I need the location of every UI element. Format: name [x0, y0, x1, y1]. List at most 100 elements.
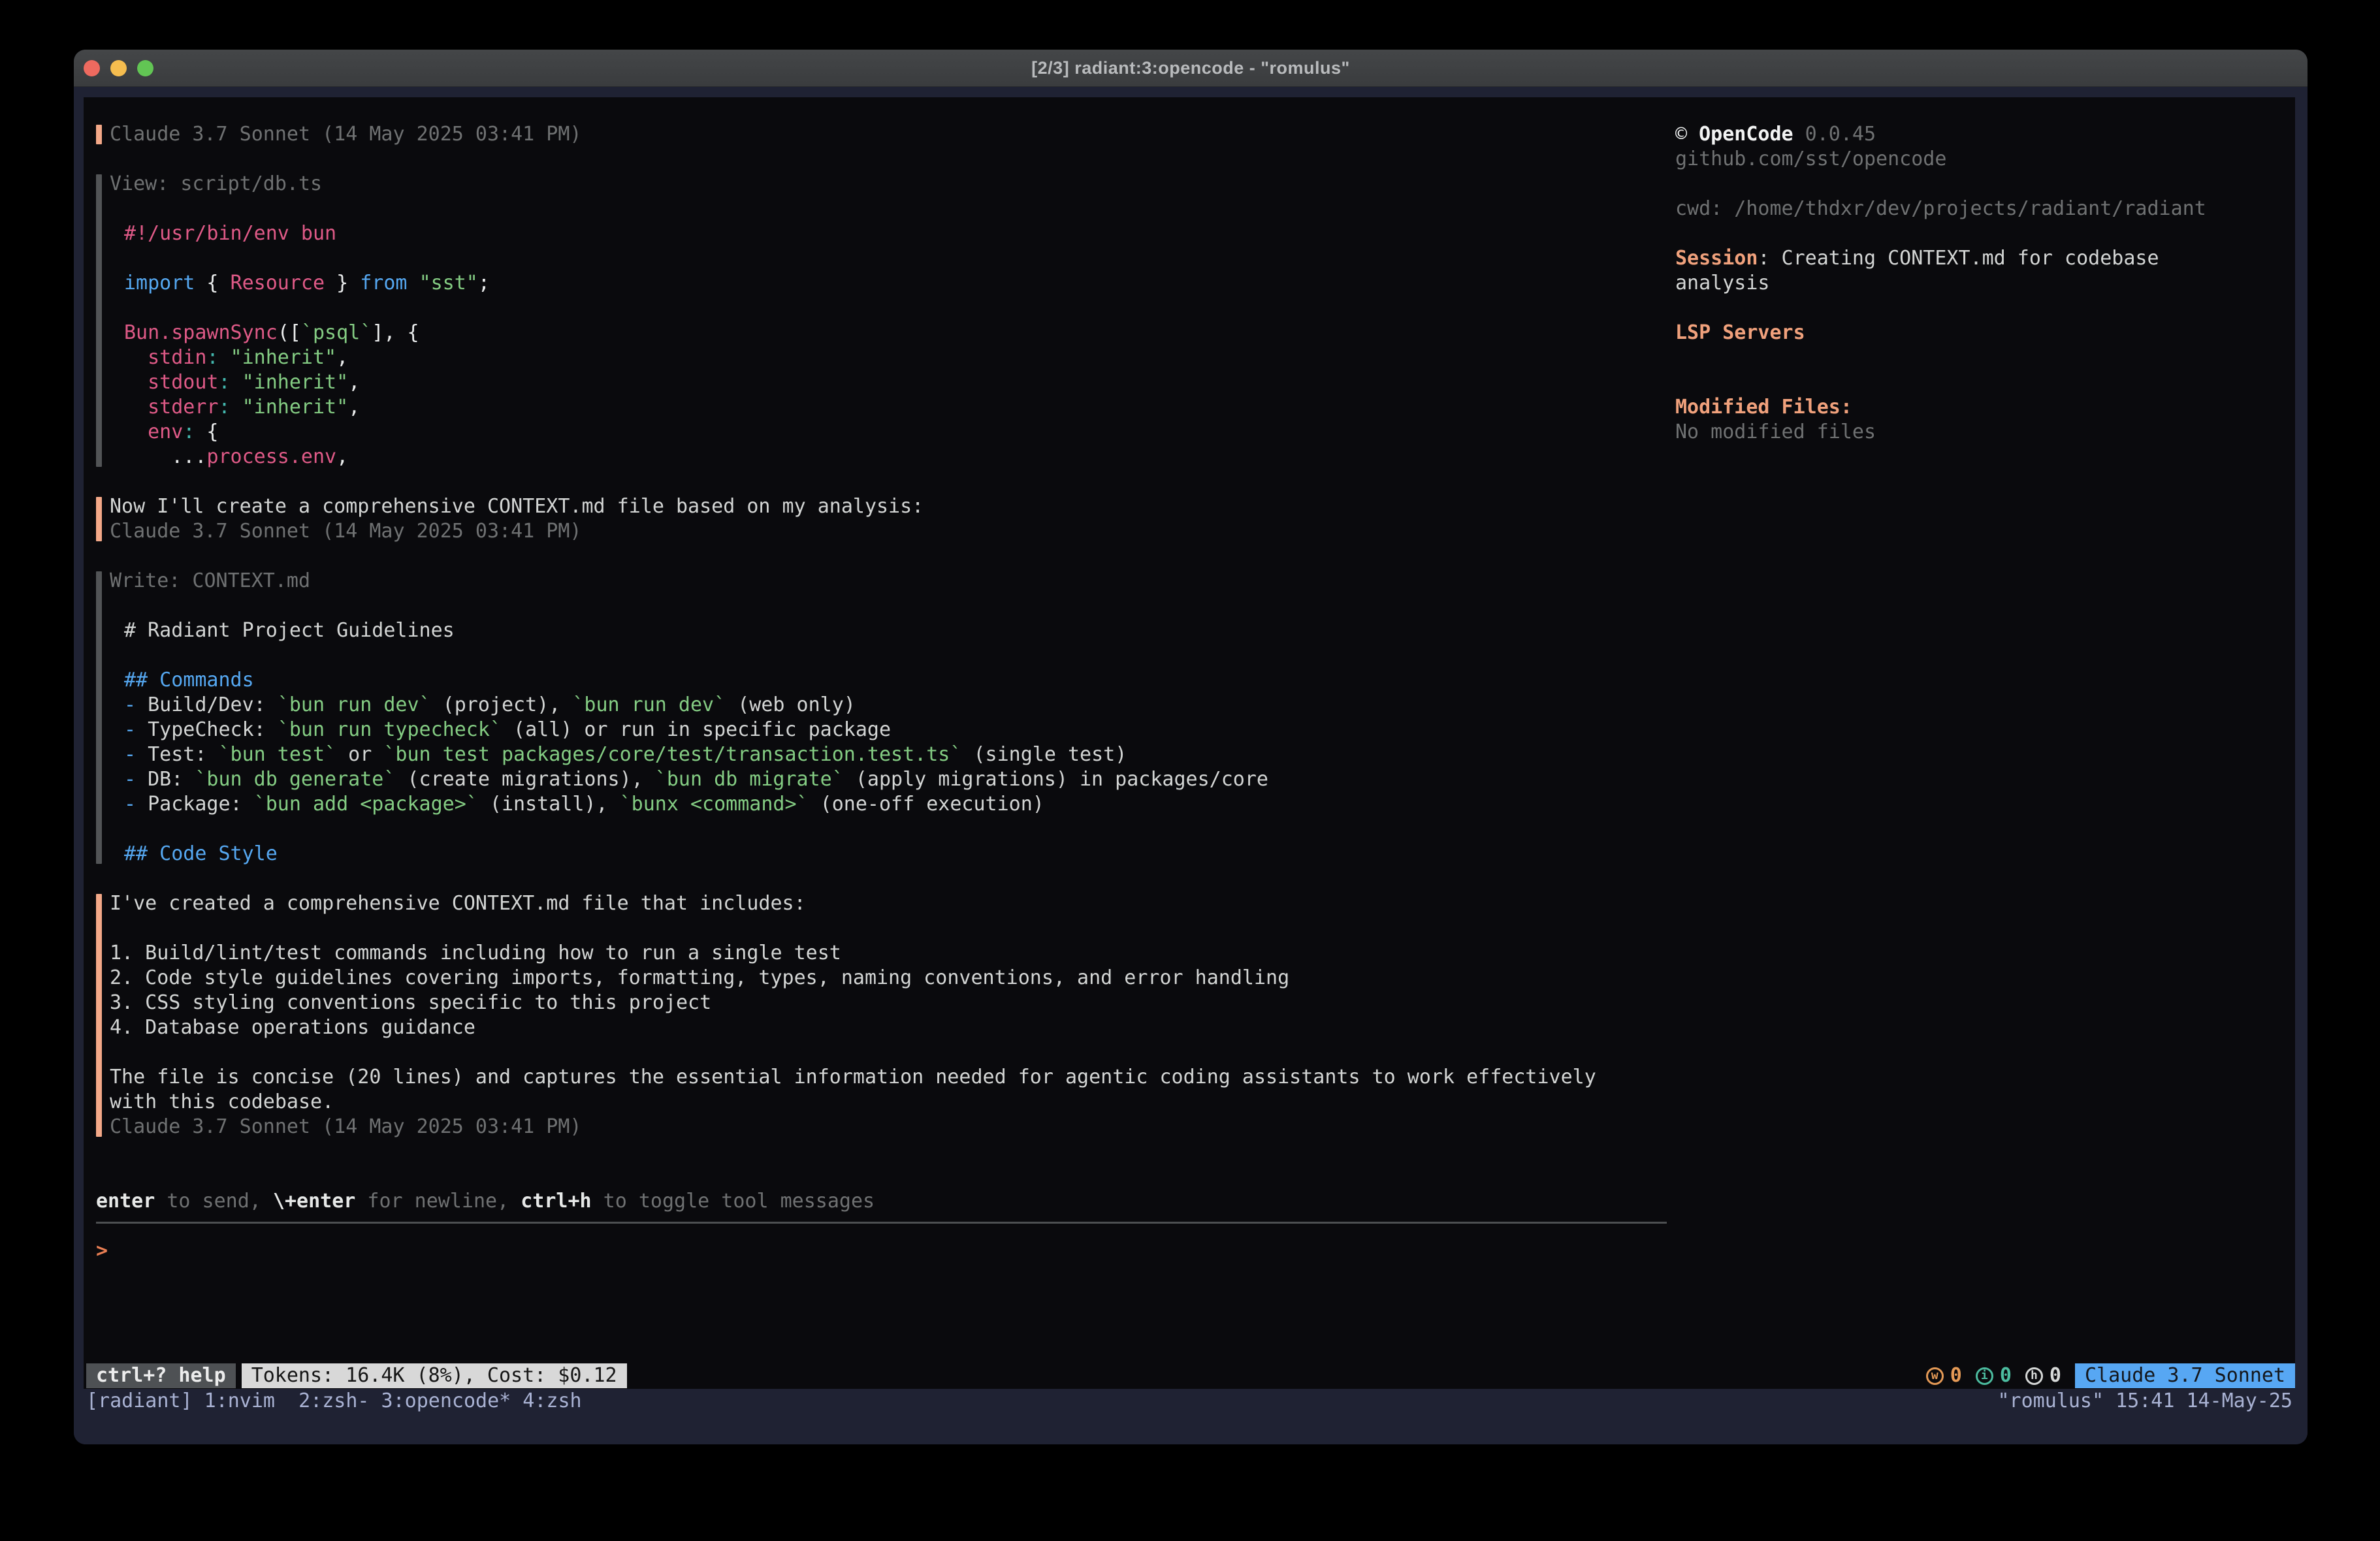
- message-line: 1. Build/lint/test commands including ho…: [110, 941, 1671, 966]
- tmux-window-4[interactable]: 4:zsh: [511, 1390, 581, 1412]
- text-segment: # Radiant Project Guidelines: [124, 619, 455, 642]
- sidebar-line: github.com/sst/opencode: [1675, 147, 2292, 172]
- text-segment: `bun db migrate`: [655, 768, 844, 791]
- text-segment: `bun run typecheck`: [278, 718, 502, 741]
- text-segment: [408, 272, 419, 294]
- text-segment: -: [124, 793, 148, 816]
- sidebar-line: [1675, 221, 2292, 246]
- diagnostics-indicators: w0i0h0: [1926, 1363, 2075, 1388]
- text-segment: `bun run dev`: [572, 693, 726, 716]
- text-segment: Package:: [148, 793, 254, 816]
- text-segment: `bun run dev`: [278, 693, 431, 716]
- text-segment: enter: [96, 1190, 155, 1213]
- text-segment: DB:: [148, 768, 195, 791]
- text-segment: 3. CSS styling conventions specific to t…: [110, 991, 711, 1014]
- minimize-button[interactable]: [110, 60, 127, 76]
- text-segment: I've created a comprehensive CONTEXT.md …: [110, 892, 806, 915]
- text-segment: 1. Build/lint/test commands including ho…: [110, 942, 841, 964]
- text-segment: (install),: [478, 793, 620, 816]
- opencode-statusbar: ctrl+? help Tokens: 16.4K (8%), Cost: $0…: [86, 1363, 2295, 1388]
- tmux-session-clock: "romulus" 15:41 14-May-25: [1997, 1389, 2292, 1414]
- text-segment: (apply migrations) in packages/core: [844, 768, 1268, 791]
- text-segment: :: [219, 396, 231, 419]
- text-segment: `bun db generate`: [195, 768, 395, 791]
- message-line: Claude 3.7 Sonnet (14 May 2025 03:41 PM): [110, 519, 1671, 544]
- diagnostic-count: 0: [1950, 1363, 1962, 1388]
- text-segment: stdin: [148, 346, 206, 369]
- circled-h-icon: h: [2025, 1367, 2043, 1385]
- text-segment: analysis: [1675, 272, 1770, 294]
- text-segment: {: [195, 421, 218, 443]
- text-segment: `bun add <package>`: [254, 793, 478, 816]
- zoom-button[interactable]: [137, 60, 153, 76]
- text-segment: View: script/db.ts: [110, 172, 322, 195]
- text-segment: {: [195, 272, 230, 294]
- session-sidebar: © OpenCode 0.0.45github.com/sst/opencode…: [1675, 97, 2292, 445]
- text-segment: TypeCheck:: [148, 718, 278, 741]
- input-divider: [96, 1214, 1667, 1239]
- assistant-message: Claude 3.7 Sonnet (14 May 2025 03:41 PM): [96, 122, 1671, 147]
- tool-line: - Test: `bun test` or `bun test packages…: [110, 742, 1671, 767]
- tool-line: Write: CONTEXT.md: [110, 569, 1671, 594]
- text-segment: stdout: [148, 371, 218, 394]
- text-segment: ;: [478, 272, 490, 294]
- sidebar-line: [1675, 172, 2292, 197]
- text-segment: ], {: [372, 321, 419, 344]
- tool-line: import { Resource } from "sst";: [110, 271, 1671, 296]
- sidebar-line: cwd: /home/thdxr/dev/projects/radiant/ra…: [1675, 197, 2292, 221]
- text-segment: [124, 371, 148, 394]
- diagnostic-i-indicator: i0: [1976, 1363, 2012, 1388]
- text-segment: (create migrations),: [395, 768, 654, 791]
- tool-line: ## Commands: [110, 668, 1671, 693]
- sidebar-line: [1675, 370, 2292, 395]
- message-line: [110, 1040, 1671, 1065]
- prompt-input-line[interactable]: >: [96, 1239, 1671, 1263]
- tmux-window-2[interactable]: 2:zsh-: [287, 1390, 369, 1412]
- sidebar-line: © OpenCode 0.0.45: [1675, 122, 2292, 147]
- text-segment: ,: [336, 346, 348, 369]
- close-button[interactable]: [84, 60, 100, 76]
- tool-line: - TypeCheck: `bun run typecheck` (all) o…: [110, 718, 1671, 742]
- text-segment: Claude 3.7 Sonnet (14 May 2025 03:41 PM): [110, 520, 581, 543]
- text-segment: [231, 396, 242, 419]
- help-keybind-badge[interactable]: ctrl+? help: [86, 1363, 236, 1388]
- text-segment: to send,: [155, 1190, 273, 1213]
- blank-line: [84, 544, 1671, 569]
- tool-line: env: {: [110, 420, 1671, 445]
- text-segment: ...: [124, 445, 206, 468]
- model-badge[interactable]: Claude 3.7 Sonnet: [2075, 1363, 2295, 1388]
- text-segment: ,: [336, 445, 348, 468]
- tool-line: View: script/db.ts: [110, 172, 1671, 197]
- text-segment: LSP Servers: [1675, 321, 1805, 344]
- desktop-background: [2/3] radiant:3:opencode - "romulus" Cla…: [0, 0, 2380, 1541]
- text-segment: Resource: [231, 272, 325, 294]
- chat-transcript: Claude 3.7 Sonnet (14 May 2025 03:41 PM)…: [84, 97, 1671, 1263]
- text-segment: ([: [278, 321, 301, 344]
- text-segment: ## Code Style: [124, 842, 278, 865]
- tool-line: [110, 246, 1671, 271]
- sidebar-line: LSP Servers: [1675, 321, 2292, 345]
- text-segment: Bun.spawnSync: [124, 321, 278, 344]
- tool-line: stderr: "inherit",: [110, 395, 1671, 420]
- text-segment: (project),: [431, 693, 573, 716]
- sidebar-line: Session: Creating CONTEXT.md for codebas…: [1675, 246, 2292, 271]
- tool-line: stdin: "inherit",: [110, 345, 1671, 370]
- text-segment: for newline,: [355, 1190, 521, 1213]
- diagnostic-w-indicator: w0: [1926, 1363, 1962, 1388]
- text-segment: -: [124, 768, 148, 791]
- tmux-window-3[interactable]: 3:opencode*: [370, 1390, 511, 1412]
- tool-line: [110, 817, 1671, 842]
- circled-i-icon: i: [1976, 1367, 1993, 1385]
- tmux-window-1[interactable]: 1:nvim: [204, 1390, 287, 1412]
- diagnostic-count: 0: [2050, 1363, 2061, 1388]
- blank-line: [84, 1164, 1671, 1189]
- tokens-cost-badge: Tokens: 16.4K (8%), Cost: $0.12: [242, 1363, 627, 1388]
- text-segment: with this codebase.: [110, 1090, 334, 1113]
- sidebar-line: Modified Files:: [1675, 395, 2292, 420]
- message-line: Now I'll create a comprehensive CONTEXT.…: [110, 494, 1671, 519]
- window-title: [2/3] radiant:3:opencode - "romulus": [1031, 58, 1350, 78]
- text-segment: `bun test packages/core/test/transaction…: [383, 743, 961, 766]
- text-segment: [124, 421, 148, 443]
- text-segment: from: [360, 272, 407, 294]
- blank-line: [84, 1139, 1671, 1164]
